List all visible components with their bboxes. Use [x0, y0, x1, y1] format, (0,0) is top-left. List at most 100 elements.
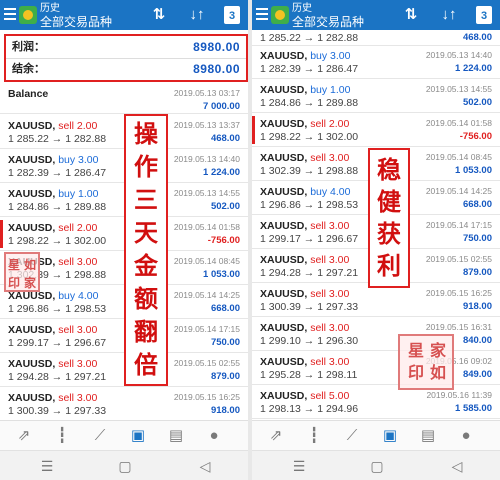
symbol-filter[interactable]: 全部交易品种: [40, 15, 112, 29]
promo-banner-vertical: 稳健获利: [368, 148, 410, 288]
seal-char: 如: [24, 258, 37, 272]
trade-symbol: XAUUSD, buy 3.00: [8, 154, 98, 166]
home-rounded-icon[interactable]: ▢: [116, 457, 134, 475]
trade-datetime: 2019.05.13 14:55: [425, 84, 492, 94]
trade-row[interactable]: XAUUSD, sell 5.00 1 298.13 → 1 294.96 20…: [252, 386, 500, 419]
back-arrow-icon[interactable]: ◁: [196, 457, 214, 475]
trade-row[interactable]: XAUUSD, sell 3.00 1 300.39 → 1 297.33 20…: [0, 388, 248, 421]
trade-action: buy 4.00: [58, 290, 99, 302]
trade-datetime: 2019.05.14 08:45: [425, 152, 492, 162]
trade-action: buy 3.00: [310, 50, 351, 62]
trade-profit: 918.00: [462, 301, 492, 312]
chart-trend-icon[interactable]: ⇗: [266, 426, 286, 446]
trade-symbol: XAUUSD, sell 3.00: [260, 288, 349, 300]
seal-char: 家: [24, 276, 37, 290]
line-chart-icon[interactable]: ⟋: [90, 426, 110, 446]
symbol-text: XAUUSD,: [260, 152, 308, 164]
trade-profit: 1 224.00: [455, 63, 492, 74]
symbol-filter[interactable]: 全部交易品种: [292, 15, 364, 29]
chat-icon[interactable]: ●: [456, 426, 476, 446]
trade-prices: 1 298.22 → 1 302.00: [8, 235, 107, 247]
back-arrow-icon[interactable]: ◁: [448, 457, 466, 475]
banner-char: 倍: [134, 351, 158, 379]
trade-datetime: 2019.05.15 16:31: [425, 322, 492, 332]
trade-row[interactable]: XAUUSD, sell 3.00 1 300.39 → 1 297.33 20…: [252, 284, 500, 317]
trade-profit: 1 053.00: [203, 269, 240, 280]
trade-row[interactable]: XAUUSD, sell 3.00 1 299.10 → 1 296.30 20…: [252, 318, 500, 351]
news-icon[interactable]: ▤: [418, 426, 438, 446]
trade-row[interactable]: XAUUSD, buy 3.00 1 282.39 → 1 286.47 201…: [252, 46, 500, 79]
app-logo-icon: [271, 6, 289, 24]
trade-profit: 1 053.00: [455, 165, 492, 176]
symbol-text: XAUUSD,: [260, 50, 308, 62]
trade-profit: 840.00: [462, 335, 492, 346]
summary-box: 利润： 8980.00 结余： 8980.00: [4, 34, 248, 82]
bottom-toolbar: ⇗ ┇ ⟋ ▣ ▤ ●: [252, 420, 500, 450]
trade-prices: 1 296.86 → 1 298.53: [8, 303, 107, 315]
bottom-toolbar: ⇗ ┇ ⟋ ▣ ▤ ●: [0, 420, 248, 450]
banner-char: 操: [134, 120, 158, 148]
loss-marker: [0, 220, 3, 248]
inbox-icon[interactable]: ▣: [380, 426, 400, 446]
trade-prices: 1 296.86 → 1 298.53: [260, 199, 359, 211]
sort-icon[interactable]: ↓↑: [188, 6, 206, 24]
trade-row[interactable]: XAUUSD, sell 3.00 1 295.28 → 1 298.11 20…: [252, 352, 500, 385]
trade-prices: 1 299.10 → 1 296.30: [260, 335, 359, 347]
trade-prices: 1 285.22 → 1 282.88: [8, 133, 107, 145]
menu-lines-icon[interactable]: ☰: [38, 457, 56, 475]
symbol-text: XAUUSD,: [8, 358, 56, 370]
symbol-text: XAUUSD,: [260, 288, 308, 300]
trade-prices: 1 299.17 → 1 296.67: [8, 337, 107, 349]
chat-icon[interactable]: ●: [204, 426, 224, 446]
balance-deposit-row[interactable]: Balance 2019.05.13 03:17 7 000.00: [0, 84, 248, 114]
trade-profit: 849.00: [462, 369, 492, 380]
trade-action: buy 4.00: [310, 186, 351, 198]
trade-prices: 1 294.28 → 1 297.21: [8, 371, 107, 383]
right-history-screen: 历史 全部交易品种 ⇅ ↓↑ 3 1 285.22 → 1 282.88 468…: [252, 0, 500, 480]
profit-row: 利润： 8980.00: [12, 38, 240, 56]
home-rounded-icon[interactable]: ▢: [368, 457, 386, 475]
news-icon[interactable]: ▤: [166, 426, 186, 446]
inbox-icon[interactable]: ▣: [128, 426, 148, 446]
candlestick-icon[interactable]: ┇: [52, 426, 72, 446]
hamburger-menu-icon[interactable]: [4, 8, 16, 20]
trade-prices: 1 299.17 → 1 296.67: [260, 233, 359, 245]
calendar-icon[interactable]: 3: [476, 6, 492, 24]
filter-symbols-icon[interactable]: ⇅: [150, 6, 168, 24]
trade-symbol: XAUUSD, sell 2.00: [8, 222, 97, 234]
trade-prices: 1 302.39 → 1 298.88: [260, 165, 359, 177]
trade-action: buy 1.00: [310, 84, 351, 96]
trade-profit: 918.00: [210, 405, 240, 416]
candlestick-icon[interactable]: ┇: [304, 426, 324, 446]
trade-symbol: XAUUSD, sell 3.00: [260, 254, 349, 266]
trade-datetime: 2019.05.14 17:15: [173, 324, 240, 334]
trade-action: sell 2.00: [58, 222, 98, 234]
trade-action: sell 2.00: [310, 118, 350, 130]
balance-row-amount: 7 000.00: [203, 101, 240, 112]
trade-row[interactable]: XAUUSD, sell 2.00 1 298.22 → 1 302.00 20…: [252, 114, 500, 147]
trade-datetime: 2019.05.15 16:25: [173, 392, 240, 402]
trade-profit: 879.00: [210, 371, 240, 382]
symbol-text: XAUUSD,: [8, 392, 56, 404]
filter-symbols-icon[interactable]: ⇅: [402, 6, 420, 24]
symbol-text: XAUUSD,: [260, 220, 308, 232]
symbol-text: XAUUSD,: [260, 118, 308, 130]
trade-symbol: XAUUSD, buy 1.00: [260, 84, 350, 96]
sort-icon[interactable]: ↓↑: [440, 6, 458, 24]
trade-action: sell 3.00: [58, 324, 98, 336]
calendar-icon[interactable]: 3: [224, 6, 240, 24]
system-nav-bar: ☰ ▢ ◁: [252, 450, 500, 480]
trade-datetime: 2019.05.13 14:55: [173, 188, 240, 198]
trade-datetime: 2019.05.16 11:39: [426, 390, 492, 400]
line-chart-icon[interactable]: ⟋: [342, 426, 362, 446]
symbol-text: XAUUSD,: [8, 154, 56, 166]
trade-datetime: 2019.05.14 08:45: [173, 256, 240, 266]
trade-symbol: XAUUSD, buy 3.00: [260, 50, 350, 62]
trade-row[interactable]: XAUUSD, buy 1.00 1 284.86 → 1 289.88 201…: [252, 80, 500, 113]
chart-trend-icon[interactable]: ⇗: [14, 426, 34, 446]
menu-lines-icon[interactable]: ☰: [290, 457, 308, 475]
trade-symbol: XAUUSD, sell 3.00: [260, 356, 349, 368]
trade-profit: 468.00: [462, 32, 492, 43]
hamburger-menu-icon[interactable]: [256, 8, 268, 20]
trade-row-partial[interactable]: 1 285.22 → 1 282.88 468.00: [252, 30, 500, 46]
